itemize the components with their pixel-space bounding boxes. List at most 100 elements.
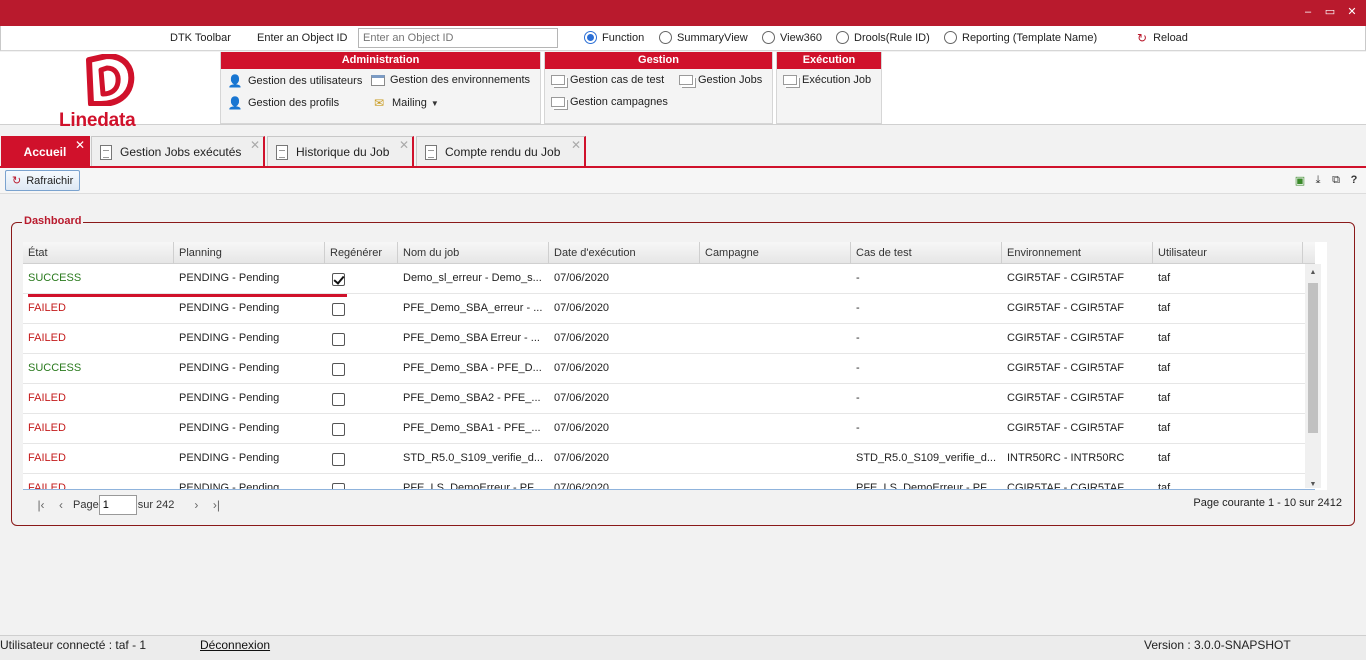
logo-mark-icon xyxy=(86,54,135,106)
page-number-input[interactable] xyxy=(98,495,137,515)
table-row[interactable]: FAILED PENDING - Pending PFE_Demo_SBA2 - P… xyxy=(23,384,1305,414)
menu-item-gestion-cas-de-test[interactable]: Gestion cas de test xyxy=(551,74,664,86)
menu-item-gestion-profils[interactable]: 👤 Gestion des profils xyxy=(227,96,340,110)
regenerer-checkbox[interactable] xyxy=(332,333,345,346)
vertical-scrollbar[interactable]: ▲ ▼ xyxy=(1305,264,1321,488)
refresh-button[interactable]: ↻ Rafraichir xyxy=(5,170,81,191)
action-bar: ↻ Rafraichir ▣ ⤓ ⧉ ? xyxy=(0,168,1366,194)
radio-view360[interactable]: View360 xyxy=(762,31,822,44)
cell-user: taf xyxy=(1158,272,1171,284)
column-header-utilisateur[interactable]: Utilisateur xyxy=(1153,242,1303,264)
dtk-toolbar: DTK Toolbar Enter an Object ID Function … xyxy=(0,26,1366,51)
cell-planning: PENDING - Pending xyxy=(179,302,280,314)
cell-cas: - xyxy=(856,272,860,284)
table-row[interactable]: SUCCESS PENDING - Pending Demo_sl_erreur -… xyxy=(23,264,1305,294)
regenerer-checkbox[interactable] xyxy=(332,303,345,316)
menu-item-execution-job[interactable]: Exécution Job xyxy=(783,74,871,86)
toolbar-title: DTK Toolbar xyxy=(170,32,231,44)
column-header-etat[interactable]: État xyxy=(23,242,174,264)
column-header-regenerer[interactable]: Regénérer xyxy=(325,242,398,264)
tab-accueil[interactable]: Accueil ✕ xyxy=(1,136,90,168)
maximize-icon[interactable]: ▭ xyxy=(1322,5,1338,19)
menu-item-mailing[interactable]: ✉ Mailing ▼ xyxy=(371,96,439,110)
scroll-thumb[interactable] xyxy=(1308,283,1318,433)
menu-item-gestion-campagnes[interactable]: Gestion campagnes xyxy=(551,96,668,108)
next-page-icon[interactable]: › xyxy=(188,498,204,512)
first-page-icon[interactable]: |‹ xyxy=(33,498,49,512)
close-icon[interactable]: ✕ xyxy=(1344,5,1360,19)
tab-compte-rendu-du-job[interactable]: Compte rendu du Job ✕ xyxy=(416,136,586,168)
radio-summaryview[interactable]: SummaryView xyxy=(659,31,748,44)
menu-item-label: Gestion des profils xyxy=(248,97,340,109)
status-bar: Utilisateur connecté : taf - 1 Déconnexi… xyxy=(0,635,1366,660)
cell-etat: SUCCESS xyxy=(28,272,82,284)
refresh-icon: ↻ xyxy=(12,175,22,187)
cell-cas: - xyxy=(856,302,860,314)
window-controls: – ▭ ✕ xyxy=(1300,5,1360,19)
regenerer-checkbox[interactable] xyxy=(332,273,345,286)
table-row[interactable]: FAILED PENDING - Pending PFE_Demo_SBA_erre… xyxy=(23,294,1305,324)
regenerer-checkbox[interactable] xyxy=(332,453,345,466)
menu-item-gestion-environnements[interactable]: Gestion des environnements xyxy=(371,74,530,86)
scroll-down-icon[interactable]: ▼ xyxy=(1305,481,1321,488)
close-icon[interactable]: ✕ xyxy=(75,138,85,152)
regenerer-checkbox[interactable] xyxy=(332,423,345,436)
scroll-up-icon[interactable]: ▲ xyxy=(1305,269,1321,276)
object-id-input[interactable] xyxy=(358,28,558,48)
table-row[interactable]: FAILED PENDING - Pending PFE_LS_DemoErreur… xyxy=(23,474,1305,490)
radio-unchecked-icon xyxy=(659,31,672,44)
help-icon[interactable]: ? xyxy=(1348,174,1360,187)
linedata-logo: Linedata xyxy=(57,52,161,132)
close-icon[interactable]: ✕ xyxy=(250,138,260,152)
last-page-icon[interactable]: ›| xyxy=(208,498,224,512)
column-header-environnement[interactable]: Environnement xyxy=(1002,242,1153,264)
cell-env: CGIR5TAF - CGIR5TAF xyxy=(1007,362,1124,374)
radio-reporting[interactable]: Reporting (Template Name) xyxy=(944,31,1097,44)
reload-icon: ↻ xyxy=(1137,31,1148,45)
cell-nom: PFE_Demo_SBA2 - PFE_... xyxy=(403,392,541,404)
menu-group-execution: Exécution Exécution Job xyxy=(776,52,882,124)
user-icon: 👤 xyxy=(227,96,243,110)
cell-user: taf xyxy=(1158,392,1171,404)
download-icon[interactable]: ⤓ xyxy=(1312,174,1324,187)
cell-env: CGIR5TAF - CGIR5TAF xyxy=(1007,272,1124,284)
menu-item-gestion-jobs[interactable]: Gestion Jobs xyxy=(679,74,762,86)
column-header-planning[interactable]: Planning xyxy=(174,242,325,264)
regenerer-checkbox[interactable] xyxy=(332,363,345,376)
close-icon[interactable]: ✕ xyxy=(399,138,409,152)
table-row[interactable]: SUCCESS PENDING - Pending PFE_Demo_SBA - P… xyxy=(23,354,1305,384)
radio-unchecked-icon xyxy=(836,31,849,44)
menu-item-gestion-utilisateurs[interactable]: 👤 Gestion des utilisateurs xyxy=(227,74,363,88)
cell-date: 07/06/2020 xyxy=(554,422,610,434)
column-header-campagne[interactable]: Campagne xyxy=(700,242,851,264)
radio-drools[interactable]: Drools(Rule ID) xyxy=(836,31,930,44)
radio-function[interactable]: Function xyxy=(584,31,644,44)
object-id-label: Enter an Object ID xyxy=(257,32,348,44)
table-row[interactable]: FAILED PENDING - Pending PFE_Demo_SBA1 - P… xyxy=(23,414,1305,444)
minimize-icon[interactable]: – xyxy=(1300,5,1316,19)
export-icon[interactable]: ▣ xyxy=(1294,174,1306,187)
stack-icon xyxy=(551,97,565,107)
connected-user: Utilisateur connecté : taf - 1 xyxy=(0,638,147,652)
tab-gestion-jobs-executes[interactable]: Gestion Jobs exécutés ✕ xyxy=(91,136,265,168)
reload-button[interactable]: ↻ Reload xyxy=(1137,31,1188,45)
regenerer-checkbox[interactable] xyxy=(332,393,345,406)
window-icon[interactable]: ⧉ xyxy=(1330,174,1342,187)
column-header-nom-du-job[interactable]: Nom du job xyxy=(398,242,549,264)
tab-label: Gestion Jobs exécutés xyxy=(120,145,242,159)
menu-item-label: Gestion campagnes xyxy=(570,96,668,108)
prev-page-icon[interactable]: ‹ xyxy=(53,498,69,512)
table-row[interactable]: FAILED PENDING - Pending PFE_Demo_SBA Erre… xyxy=(23,324,1305,354)
document-icon xyxy=(276,144,288,160)
column-header-date-execution[interactable]: Date d'exécution xyxy=(549,242,700,264)
logout-link[interactable]: Déconnexion xyxy=(200,638,270,652)
document-icon xyxy=(425,144,437,160)
table-row[interactable]: FAILED PENDING - Pending STD_R5.0_S109_ver… xyxy=(23,444,1305,474)
cell-user: taf xyxy=(1158,452,1171,464)
menu-group-title: Exécution xyxy=(777,52,881,69)
tab-historique-du-job[interactable]: Historique du Job ✕ xyxy=(267,136,414,168)
column-header-cas-de-test[interactable]: Cas de test xyxy=(851,242,1002,264)
close-icon[interactable]: ✕ xyxy=(571,138,581,152)
menu-area: Linedata Administration 👤 Gestion des uti… xyxy=(0,52,1366,131)
page-total: sur 242 xyxy=(137,499,175,511)
